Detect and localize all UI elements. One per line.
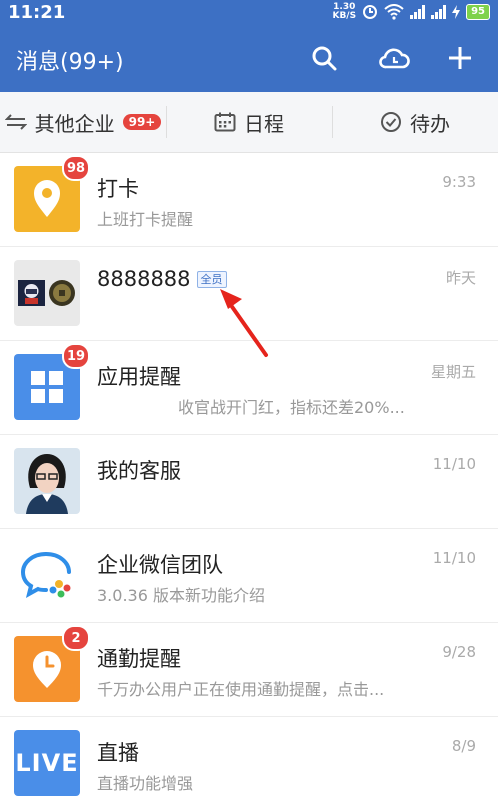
charging-icon: [452, 5, 461, 19]
tab-label: 待办: [410, 111, 450, 136]
tab-label: 其他企业: [34, 111, 115, 136]
conversation-title: 我的客服: [97, 455, 181, 485]
conversation-title-text: 8888888: [97, 267, 191, 291]
conversation-title-text: 直播: [97, 741, 139, 765]
conversation-item-wecom-team[interactable]: 企业微信团队 3.0.36 版本新功能介绍 11/10: [0, 529, 498, 623]
conversation-title: 应用提醒: [97, 361, 181, 391]
conversation-title-text: 应用提醒: [97, 365, 181, 389]
conversation-preview: 收官战开门红，指标还差20%...: [178, 398, 405, 417]
top-tab-strip: 其他企业 99+ 日程 待办: [0, 92, 498, 153]
conversation-time: 9:33: [442, 173, 476, 191]
conversation-time: 昨天: [445, 269, 476, 287]
wifi-icon: [384, 4, 404, 20]
conversation-item-commute[interactable]: 2 通勤提醒 千万办公用户正在使用通勤提醒，点击... 9/28: [0, 623, 498, 717]
tab-other-enterprises[interactable]: 其他企业 99+: [0, 92, 166, 152]
tab-label: 日程: [244, 111, 284, 136]
conversation-title-text: 通勤提醒: [97, 647, 181, 671]
battery-indicator: 95: [466, 4, 490, 20]
conversation-title: 通勤提醒: [97, 643, 181, 673]
live-icon-text: LIVE: [15, 749, 79, 777]
conversation-title-text: 我的客服: [97, 459, 181, 483]
unread-badge: 98: [62, 155, 91, 181]
conversation-title: 8888888 全员: [97, 267, 227, 291]
signal-icon: [410, 5, 426, 19]
check-circle-icon: [381, 112, 401, 132]
conversation-time: 8/9: [451, 737, 476, 755]
alarm-icon: [363, 5, 378, 19]
conversation-title-text: 企业微信团队: [97, 553, 223, 577]
app-header: 消息(99+): [0, 26, 498, 92]
status-indicators: 1.30 KB/S 95: [332, 3, 490, 21]
conversation-title-text: 打卡: [97, 177, 139, 201]
tab-todo[interactable]: 待办: [332, 92, 498, 152]
conversation-item-customer-service[interactable]: 我的客服 11/10: [0, 435, 498, 529]
network-speed: 1.30 KB/S: [332, 3, 356, 21]
conversation-preview: 上班打卡提醒: [97, 210, 194, 229]
message-list: 98 打卡 上班打卡提醒 9:33 8888888 全员 昨天 19 应用提醒 …: [0, 153, 498, 810]
status-time: 11:21: [8, 2, 66, 23]
wecom-logo-icon: [14, 542, 80, 608]
conversation-preview: 直播功能增强: [97, 774, 194, 793]
signal-4g-icon: [431, 5, 447, 19]
live-icon: LIVE: [14, 730, 80, 796]
conversation-preview: 千万办公用户正在使用通勤提醒，点击...: [97, 680, 385, 699]
annotation-arrow-icon: [220, 289, 268, 357]
network-speed-unit: KB/S: [332, 11, 357, 21]
unread-badge: 2: [62, 625, 90, 651]
page-title: 消息(99+): [16, 50, 124, 75]
unread-badge: 99+: [122, 114, 162, 130]
conversation-item-live[interactable]: LIVE 直播 直播功能增强 8/9: [0, 717, 498, 810]
support-person-icon: [14, 448, 80, 514]
calendar-icon: [214, 112, 236, 132]
cloud-icon[interactable]: [376, 40, 412, 76]
conversation-preview: 3.0.36 版本新功能介绍: [97, 586, 265, 605]
conversation-title: 打卡: [97, 173, 139, 203]
plus-icon[interactable]: [442, 40, 478, 76]
conversation-title: 直播: [97, 737, 139, 767]
switch-icon: [4, 114, 27, 130]
conversation-time: 11/10: [432, 549, 476, 567]
conversation-time: 星期五: [430, 363, 476, 381]
unread-badge: 19: [62, 343, 91, 369]
conversation-item-checkin[interactable]: 98 打卡 上班打卡提醒 9:33: [0, 153, 498, 247]
tab-schedule[interactable]: 日程: [166, 92, 332, 152]
conversation-time: 11/10: [432, 455, 476, 473]
search-icon[interactable]: [306, 40, 342, 76]
group-avatar-icon: [14, 260, 80, 326]
status-bar: 11:21 1.30 KB/S 95: [0, 0, 498, 26]
conversation-time: 9/28: [442, 643, 476, 661]
conversation-title: 企业微信团队: [97, 549, 223, 579]
